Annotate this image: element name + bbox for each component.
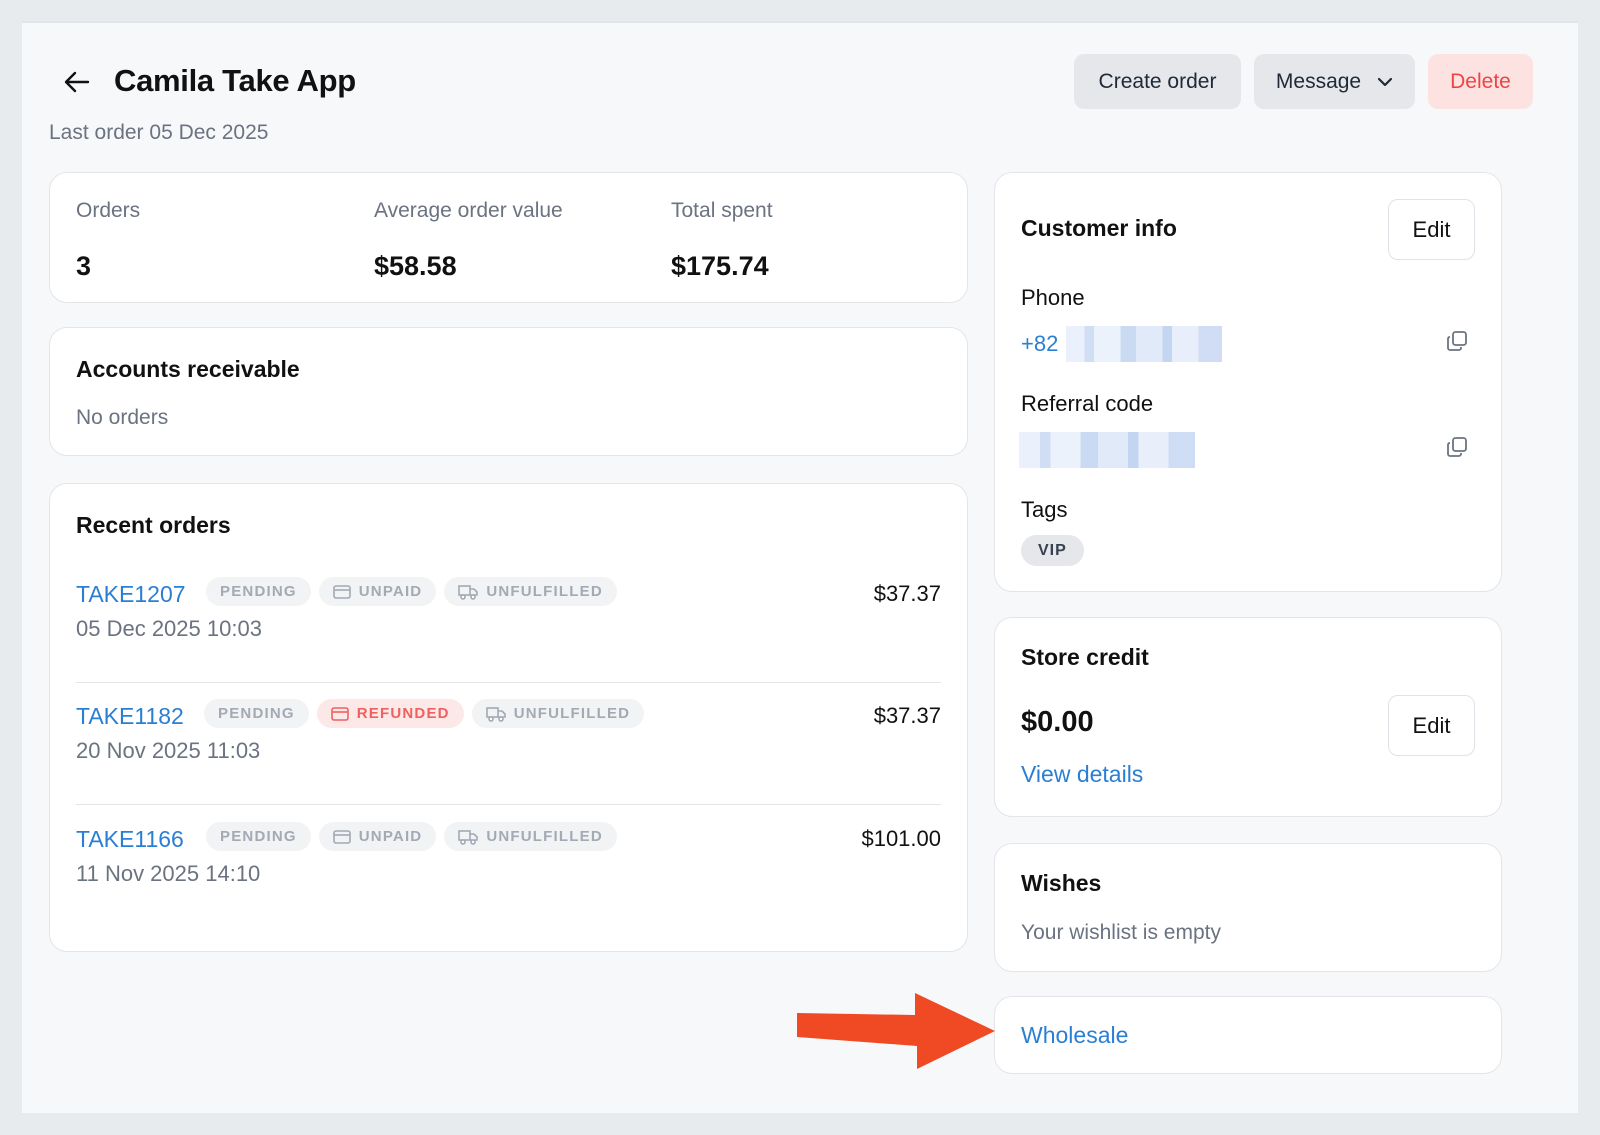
page-title: Camila Take App [114, 63, 356, 98]
credit-card-icon [330, 706, 349, 721]
recent-orders-card: Recent orders TAKE1207 PENDING UNPAID UN… [49, 483, 968, 952]
payment-text: REFUNDED [356, 705, 450, 722]
tag-badge: VIP [1021, 535, 1084, 566]
chevron-down-icon [1377, 77, 1393, 87]
card-title: Accounts receivable [76, 356, 300, 382]
copy-icon [1447, 331, 1467, 351]
redacted-referral-code [1019, 432, 1195, 468]
edit-label: Edit [1412, 712, 1451, 738]
empty-state: Your wishlist is empty [1021, 921, 1221, 944]
order-amount: $37.37 [873, 703, 941, 728]
credit-card-icon [332, 829, 351, 844]
fulfillment-badge: UNFULFILLED [444, 822, 617, 851]
card-title: Wishes [1021, 870, 1102, 896]
status-text: PENDING [220, 583, 297, 600]
store-credit-value: $0.00 [1021, 706, 1094, 738]
order-row[interactable]: TAKE1166 PENDING UNPAID UNFULFILLED 11 N… [76, 806, 941, 928]
fulfillment-text: UNFULFILLED [486, 583, 603, 600]
stat-label: Total spent [671, 199, 773, 222]
edit-label: Edit [1412, 216, 1451, 242]
empty-state: No orders [76, 406, 169, 429]
view-details-link[interactable]: View details [1021, 761, 1143, 788]
order-badges: PENDING UNPAID UNFULFILLED [206, 577, 617, 606]
order-id-link[interactable]: TAKE1166 [76, 826, 184, 853]
phone-prefix: +82 [1021, 331, 1059, 356]
redacted-phone [1066, 326, 1223, 362]
order-date: 05 Dec 2025 10:03 [76, 616, 262, 641]
payment-badge: UNPAID [318, 822, 437, 851]
status-badge: PENDING [206, 822, 311, 851]
fulfillment-badge: UNFULFILLED [444, 577, 617, 606]
stat-value: $175.74 [671, 251, 769, 281]
order-badges: PENDING UNPAID UNFULFILLED [206, 822, 617, 851]
copy-phone-button[interactable] [1445, 329, 1471, 355]
wholesale-card[interactable]: Wholesale [994, 996, 1502, 1074]
last-order-date: Last order 05 Dec 2025 [49, 121, 269, 144]
status-badge: PENDING [206, 577, 311, 606]
order-date: 20 Nov 2025 11:03 [76, 738, 261, 763]
stat-label: Orders [76, 199, 141, 222]
phone-value[interactable]: +82 [1021, 326, 1223, 362]
copy-icon [1447, 437, 1467, 457]
delete-button[interactable]: Delete [1428, 54, 1533, 109]
edit-customer-info-button[interactable]: Edit [1388, 199, 1475, 260]
payment-text: UNPAID [358, 828, 423, 845]
card-title: Recent orders [76, 512, 231, 538]
arrow-left-icon [64, 71, 90, 93]
customer-info-card: Customer info Edit Phone +82 Referral co… [994, 172, 1502, 592]
create-order-label: Create order [1098, 69, 1217, 93]
order-amount: $101.00 [861, 826, 941, 851]
card-title: Customer info [1021, 215, 1177, 241]
credit-card-icon [332, 584, 351, 599]
customer-page: Camila Take App Last order 05 Dec 2025 C… [22, 21, 1578, 1113]
stat-value: 3 [76, 251, 92, 281]
order-id-link[interactable]: TAKE1207 [76, 581, 186, 608]
payment-badge: UNPAID [318, 577, 437, 606]
card-title: Store credit [1021, 644, 1149, 670]
copy-referral-code-button[interactable] [1445, 435, 1471, 461]
order-date: 11 Nov 2025 14:10 [76, 861, 261, 886]
payment-text: UNPAID [358, 583, 423, 600]
back-button[interactable] [60, 65, 94, 99]
create-order-button[interactable]: Create order [1074, 54, 1241, 109]
referral-code-label: Referral code [1021, 391, 1154, 416]
stat-value: $58.58 [374, 251, 457, 281]
stat-orders: Orders 3 [76, 199, 140, 282]
tags-label: Tags [1021, 497, 1068, 522]
message-dropdown-button[interactable]: Message [1254, 54, 1415, 109]
referral-code-value[interactable] [1019, 432, 1195, 473]
edit-store-credit-button[interactable]: Edit [1388, 695, 1475, 756]
store-credit-card: Store credit $0.00 Edit View details [994, 617, 1502, 817]
accounts-receivable-card: Accounts receivable No orders [49, 327, 968, 456]
page-header: Camila Take App Last order 05 Dec 2025 C… [22, 23, 1578, 173]
status-text: PENDING [220, 828, 297, 845]
status-badge: PENDING [204, 699, 309, 728]
header-actions: Create order Message Delete [1074, 54, 1533, 109]
message-label: Message [1275, 69, 1362, 93]
order-id-link[interactable]: TAKE1182 [76, 703, 184, 730]
order-badges: PENDING REFUNDED UNFULFILLED [204, 699, 645, 728]
stats-card: Orders 3 Average order value $58.58 Tota… [49, 172, 968, 303]
stat-label: Average order value [374, 199, 563, 222]
order-row[interactable]: TAKE1182 PENDING REFUNDED UNFULFILLED 20… [76, 683, 941, 805]
delete-label: Delete [1450, 69, 1511, 93]
fulfillment-text: UNFULFILLED [513, 705, 631, 722]
wishes-card: Wishes Your wishlist is empty [994, 843, 1502, 972]
fulfillment-text: UNFULFILLED [486, 828, 603, 845]
truck-icon [458, 829, 479, 845]
fulfillment-badge: UNFULFILLED [471, 699, 645, 728]
annotation-arrow-icon [797, 993, 995, 1069]
order-amount: $37.37 [873, 581, 941, 606]
stat-average-order-value: Average order value $58.58 [374, 199, 563, 282]
status-text: PENDING [218, 705, 295, 722]
order-row[interactable]: TAKE1207 PENDING UNPAID UNFULFILLED 05 D… [76, 561, 941, 683]
payment-badge: REFUNDED [316, 699, 464, 728]
phone-label: Phone [1021, 285, 1085, 310]
truck-icon [458, 584, 479, 600]
stat-total-spent: Total spent $175.74 [671, 199, 773, 282]
wholesale-link[interactable]: Wholesale [1021, 1022, 1128, 1049]
truck-icon [485, 706, 506, 722]
